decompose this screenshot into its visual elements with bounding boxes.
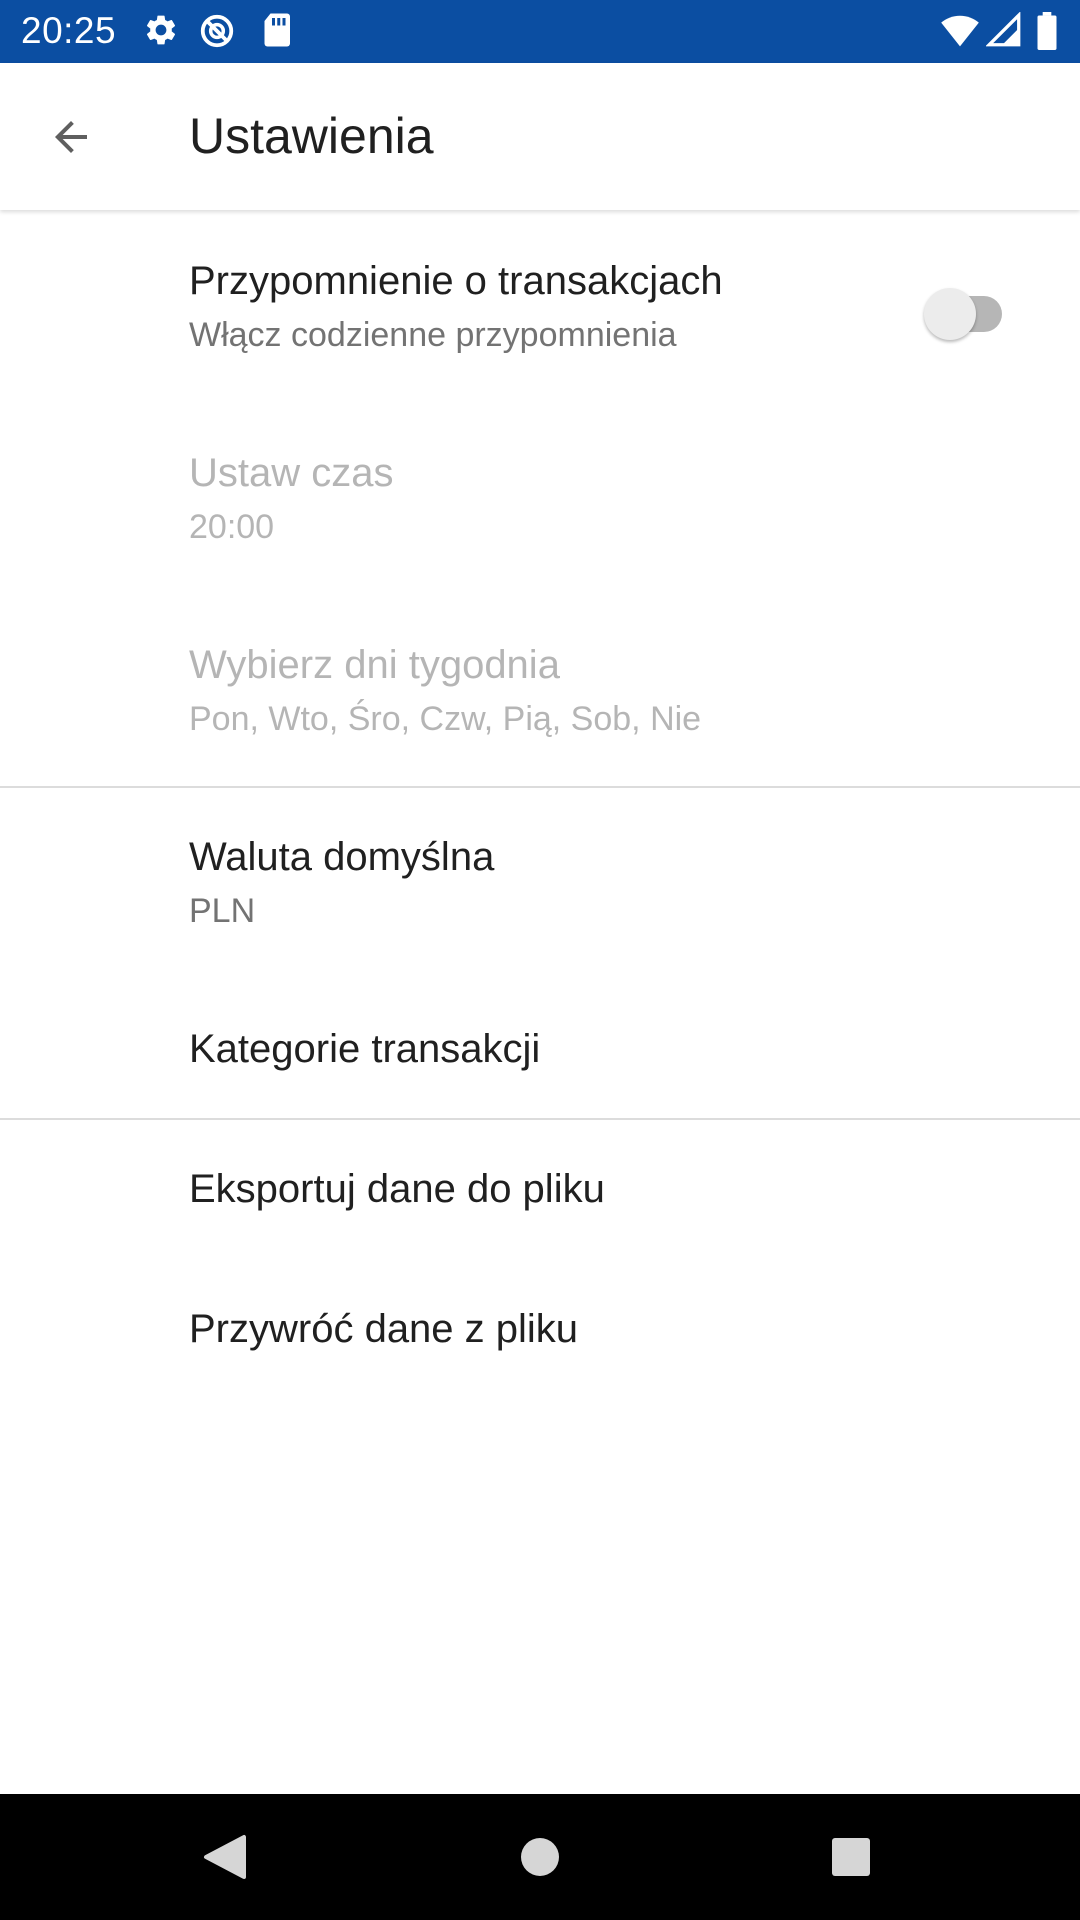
pref-summary: 20:00 — [189, 508, 275, 546]
back-button[interactable] — [29, 95, 113, 179]
pref-transaction-reminder[interactable]: Przypomnienie o transakcjach Włącz codzi… — [0, 212, 1080, 402]
pref-title: Przywróć dane z pliku — [189, 1307, 579, 1351]
back-triangle-icon — [204, 1835, 246, 1879]
nav-home-button[interactable] — [505, 1822, 575, 1892]
home-circle-icon — [521, 1838, 559, 1876]
nav-back-button[interactable] — [190, 1822, 260, 1892]
pref-title: Wybierz dni tygodnia — [189, 643, 560, 687]
pref-transaction-categories[interactable]: Kategorie transakcji — [0, 980, 1080, 1118]
pref-summary: PLN — [189, 892, 256, 930]
nav-bar — [0, 1794, 1080, 1920]
pref-title: Kategorie transakcji — [189, 1027, 541, 1071]
pref-export-data[interactable]: Eksportuj dane do pliku — [0, 1120, 1080, 1260]
wifi-icon — [941, 15, 979, 47]
page-title: Ustawienia — [189, 108, 434, 164]
cellular-signal-icon — [986, 12, 1021, 47]
sd-card-icon — [264, 13, 290, 47]
toggle-thumb — [924, 288, 976, 340]
pref-summary: Pon, Wto, Śro, Czw, Pią, Sob, Nie — [189, 700, 702, 738]
do-not-disturb-icon — [200, 14, 234, 48]
pref-title: Przypomnienie o transakcjach — [189, 259, 723, 303]
pref-restore-data[interactable]: Przywróć dane z pliku — [0, 1260, 1080, 1400]
pref-title: Eksportuj dane do pliku — [189, 1167, 605, 1211]
nav-recents-button[interactable] — [816, 1822, 886, 1892]
status-time: 20:25 — [21, 10, 117, 51]
battery-icon — [1037, 12, 1057, 50]
arrow-back-icon — [55, 121, 87, 153]
pref-select-days[interactable]: Wybierz dni tygodnia Pon, Wto, Śro, Czw,… — [0, 594, 1080, 786]
pref-title: Waluta domyślna — [189, 835, 495, 879]
status-bar: 20:25 — [0, 0, 1080, 63]
pref-set-time[interactable]: Ustaw czas 20:00 — [0, 402, 1080, 594]
pref-default-currency[interactable]: Waluta domyślna PLN — [0, 788, 1080, 980]
reminder-toggle[interactable] — [924, 280, 1008, 340]
status-icons-right — [940, 12, 1060, 52]
app-bar: Ustawienia — [0, 63, 1080, 210]
gear-icon — [146, 15, 176, 45]
pref-title: Ustaw czas — [189, 451, 394, 495]
pref-summary: Włącz codzienne przypomnienia — [189, 316, 677, 354]
recents-square-icon — [832, 1838, 870, 1876]
